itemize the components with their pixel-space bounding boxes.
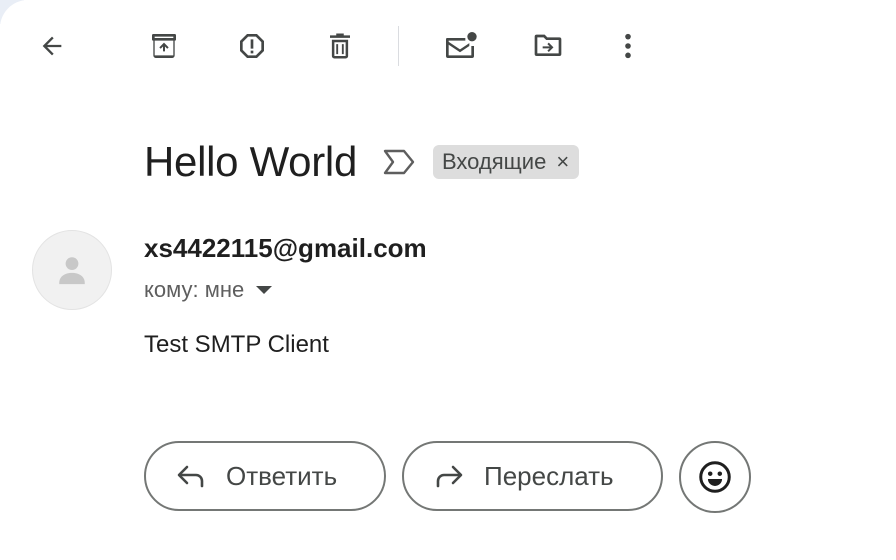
move-to-folder-icon	[534, 34, 562, 56]
recipient-text: кому: мне	[144, 277, 245, 302]
recipient-details-toggle[interactable]: кому: мне	[144, 277, 273, 303]
forward-button[interactable]: Переслать	[402, 441, 663, 511]
reply-icon	[176, 463, 206, 489]
remove-label-button[interactable]: ×	[556, 149, 569, 175]
email-body: Test SMTP Client	[144, 331, 329, 358]
arrow-left-icon	[42, 36, 62, 56]
emoji-reaction-button[interactable]	[679, 441, 751, 513]
person-icon	[59, 257, 85, 285]
forward-icon	[434, 463, 464, 489]
mark-unread-button[interactable]	[436, 22, 484, 70]
label-chip-text: Входящие	[442, 149, 547, 174]
reply-button[interactable]: Ответить	[144, 441, 386, 511]
sender-avatar[interactable]	[32, 230, 112, 310]
window-corner	[0, 0, 48, 48]
report-spam-icon	[240, 34, 264, 58]
more-options-button[interactable]	[604, 22, 652, 70]
archive-icon	[152, 34, 176, 58]
more-vert-icon	[625, 33, 631, 59]
importance-marker-icon	[383, 149, 415, 175]
move-to-button[interactable]	[524, 22, 572, 70]
back-button[interactable]	[28, 22, 76, 70]
mark-unread-icon	[445, 32, 477, 58]
forward-label: Переслать	[484, 460, 614, 491]
subject-row: Hello World Входящие ×	[144, 134, 580, 190]
delete-button[interactable]	[316, 22, 364, 70]
report-spam-button[interactable]	[228, 22, 276, 70]
trash-icon	[330, 33, 350, 59]
importance-marker-button[interactable]	[383, 148, 415, 176]
toolbar-divider	[398, 26, 399, 66]
reply-label: Ответить	[226, 460, 338, 491]
email-subject: Hello World	[144, 138, 357, 185]
label-chip-inbox: Входящие ×	[433, 145, 580, 179]
archive-button[interactable]	[140, 22, 188, 70]
emoji-reaction-icon	[699, 461, 731, 493]
chevron-down-icon	[256, 286, 273, 294]
sender-email[interactable]: xs4422115@gmail.com	[144, 233, 427, 264]
email-view: Hello World Входящие × xs4422115@gmail.c…	[0, 0, 896, 560]
